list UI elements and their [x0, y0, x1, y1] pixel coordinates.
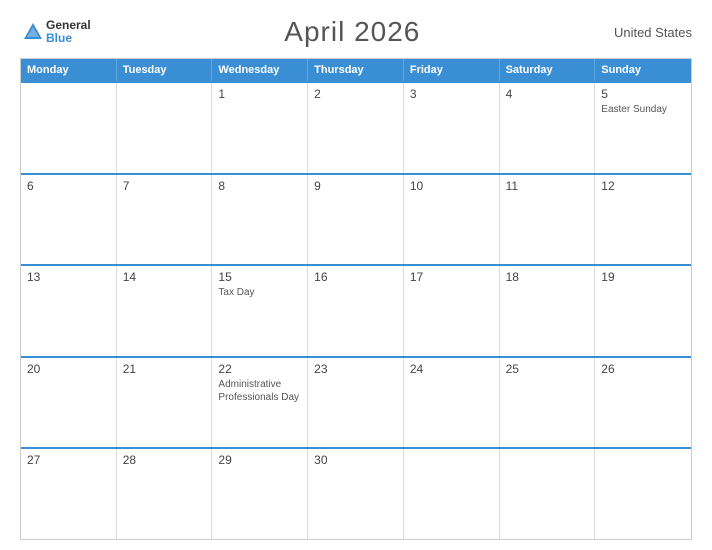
day-number: 16 [314, 270, 397, 284]
cal-cell: 2 [308, 83, 404, 173]
day-number: 8 [218, 179, 301, 193]
day-number: 5 [601, 87, 685, 101]
header-day-wednesday: Wednesday [212, 59, 308, 81]
cal-cell: 6 [21, 175, 117, 265]
cal-cell: 22 Administrative Professionals Day [212, 358, 308, 448]
cal-cell [500, 449, 596, 539]
cal-cell: 15 Tax Day [212, 266, 308, 356]
cal-cell [404, 449, 500, 539]
cal-cell: 14 [117, 266, 213, 356]
day-number: 19 [601, 270, 685, 284]
cal-cell: 26 [595, 358, 691, 448]
cal-cell: 10 [404, 175, 500, 265]
page: General Blue April 2026 United States Mo… [0, 0, 712, 550]
day-number: 4 [506, 87, 589, 101]
cal-cell: 18 [500, 266, 596, 356]
day-number: 7 [123, 179, 206, 193]
week-row-3: 13 14 15 Tax Day 16 17 18 19 [21, 264, 691, 356]
header-day-saturday: Saturday [500, 59, 596, 81]
day-number: 25 [506, 362, 589, 376]
cal-cell: 7 [117, 175, 213, 265]
day-number: 6 [27, 179, 110, 193]
day-number: 24 [410, 362, 493, 376]
cal-cell: 13 [21, 266, 117, 356]
day-number: 21 [123, 362, 206, 376]
cal-cell: 12 [595, 175, 691, 265]
week-row-1: 12345 Easter Sunday [21, 81, 691, 173]
day-number: 11 [506, 179, 589, 193]
cal-cell: 27 [21, 449, 117, 539]
day-number: 28 [123, 453, 206, 467]
logo: General Blue [20, 19, 91, 45]
day-number: 18 [506, 270, 589, 284]
day-number: 1 [218, 87, 301, 101]
day-number: 14 [123, 270, 206, 284]
cal-cell: 5 Easter Sunday [595, 83, 691, 173]
logo-icon [22, 21, 44, 43]
day-number: 29 [218, 453, 301, 467]
day-number: 17 [410, 270, 493, 284]
cal-cell: 25 [500, 358, 596, 448]
day-number: 20 [27, 362, 110, 376]
day-number: 2 [314, 87, 397, 101]
header-day-sunday: Sunday [595, 59, 691, 81]
header-day-thursday: Thursday [308, 59, 404, 81]
header-day-monday: Monday [21, 59, 117, 81]
cal-cell: 17 [404, 266, 500, 356]
cal-cell [117, 83, 213, 173]
calendar-event: Tax Day [218, 286, 301, 299]
logo-blue: Blue [46, 32, 91, 45]
day-number: 26 [601, 362, 685, 376]
day-number: 13 [27, 270, 110, 284]
cal-cell: 23 [308, 358, 404, 448]
cal-cell: 21 [117, 358, 213, 448]
day-number: 9 [314, 179, 397, 193]
day-number: 22 [218, 362, 301, 376]
header: General Blue April 2026 United States [20, 16, 692, 48]
day-number: 27 [27, 453, 110, 467]
cal-cell: 3 [404, 83, 500, 173]
cal-cell: 19 [595, 266, 691, 356]
cal-cell [595, 449, 691, 539]
cal-cell: 20 [21, 358, 117, 448]
header-day-tuesday: Tuesday [117, 59, 213, 81]
cal-cell: 1 [212, 83, 308, 173]
calendar-event: Administrative Professionals Day [218, 378, 301, 404]
cal-cell: 8 [212, 175, 308, 265]
week-row-4: 20 21 22 Administrative Professionals Day 23… [21, 356, 691, 448]
cal-cell: 28 [117, 449, 213, 539]
cal-cell: 24 [404, 358, 500, 448]
calendar-event: Easter Sunday [601, 103, 685, 116]
day-number: 10 [410, 179, 493, 193]
week-row-2: 6789 10 11 12 [21, 173, 691, 265]
cal-cell: 9 [308, 175, 404, 265]
day-number: 12 [601, 179, 685, 193]
calendar-body: 12345Easter Sunday6789101112131415Tax Da… [21, 81, 691, 539]
week-row-5: 27 28 29 30 [21, 447, 691, 539]
cal-cell: 29 [212, 449, 308, 539]
day-number: 15 [218, 270, 301, 284]
header-day-friday: Friday [404, 59, 500, 81]
cal-cell [21, 83, 117, 173]
cal-cell: 16 [308, 266, 404, 356]
calendar: MondayTuesdayWednesdayThursdayFridaySatu… [20, 58, 692, 540]
cal-cell: 4 [500, 83, 596, 173]
cal-cell: 11 [500, 175, 596, 265]
day-number: 30 [314, 453, 397, 467]
calendar-title: April 2026 [284, 16, 420, 48]
calendar-header-row: MondayTuesdayWednesdayThursdayFridaySatu… [21, 59, 691, 81]
day-number: 3 [410, 87, 493, 101]
country-label: United States [614, 25, 692, 40]
cal-cell: 30 [308, 449, 404, 539]
day-number: 23 [314, 362, 397, 376]
